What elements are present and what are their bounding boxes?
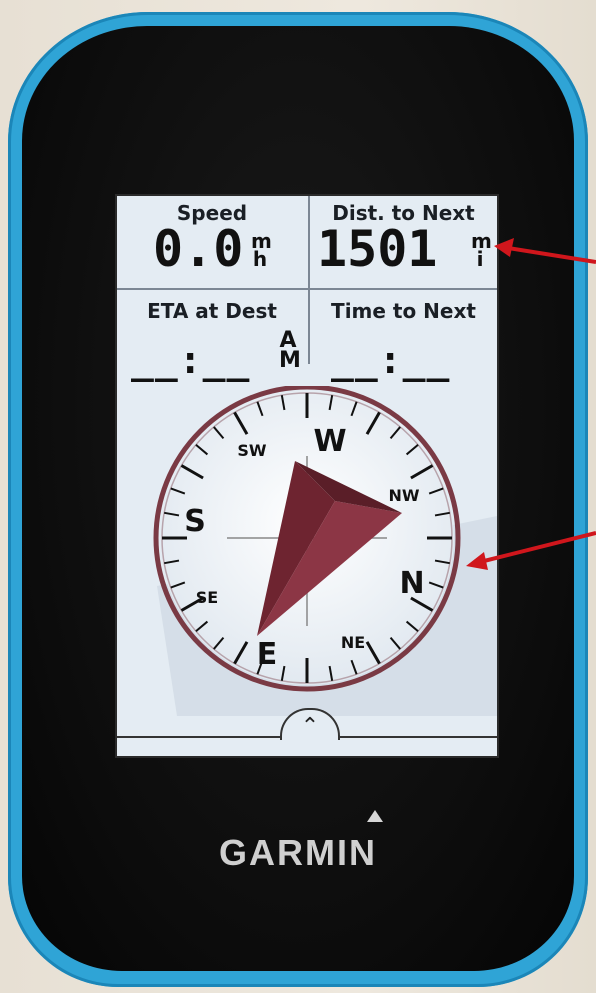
speed-value: 0.0 [153,220,244,278]
compass-label-w: W [313,424,346,459]
brand-triangle-icon [367,810,383,822]
eta-ampm-bottom: M [279,347,301,373]
field-divider-horizontal [117,288,497,290]
compass-label-nw: NW [388,486,419,505]
eta-at-dest-value: __:__ [131,338,251,382]
compass-label-s: S [184,504,206,539]
device-screen: Speed 0.0 m h Dist. to Next 1501 m i ETA… [117,196,497,756]
compass-label-ne: NE [341,633,365,652]
compass[interactable]: W N E S SW NW SE NE [117,386,497,716]
eta-at-dest-label: ETA at Dest [147,299,277,323]
brand-logo: GARMIN [219,832,377,873]
eta-ampm: A M [279,330,301,373]
compass-label-sw: SW [237,441,267,460]
compass-label-se: SE [196,588,218,607]
compass-label-n: N [399,566,424,601]
time-to-next-value: __:__ [331,338,451,382]
speed-unit-bottom: h [252,247,268,271]
field-divider-vertical [308,196,310,364]
time-to-next-label: Time to Next [331,299,476,323]
compass-label-e: E [257,637,278,672]
dist-to-next-value[interactable]: 1501 [317,224,437,274]
chevron-up-icon: ⌃ [300,714,320,739]
data-fields-panel: Speed 0.0 m h Dist. to Next 1501 m i ETA… [117,196,497,396]
dist-to-next-unit: m i [471,231,492,269]
speed-unit: m h [251,231,272,271]
